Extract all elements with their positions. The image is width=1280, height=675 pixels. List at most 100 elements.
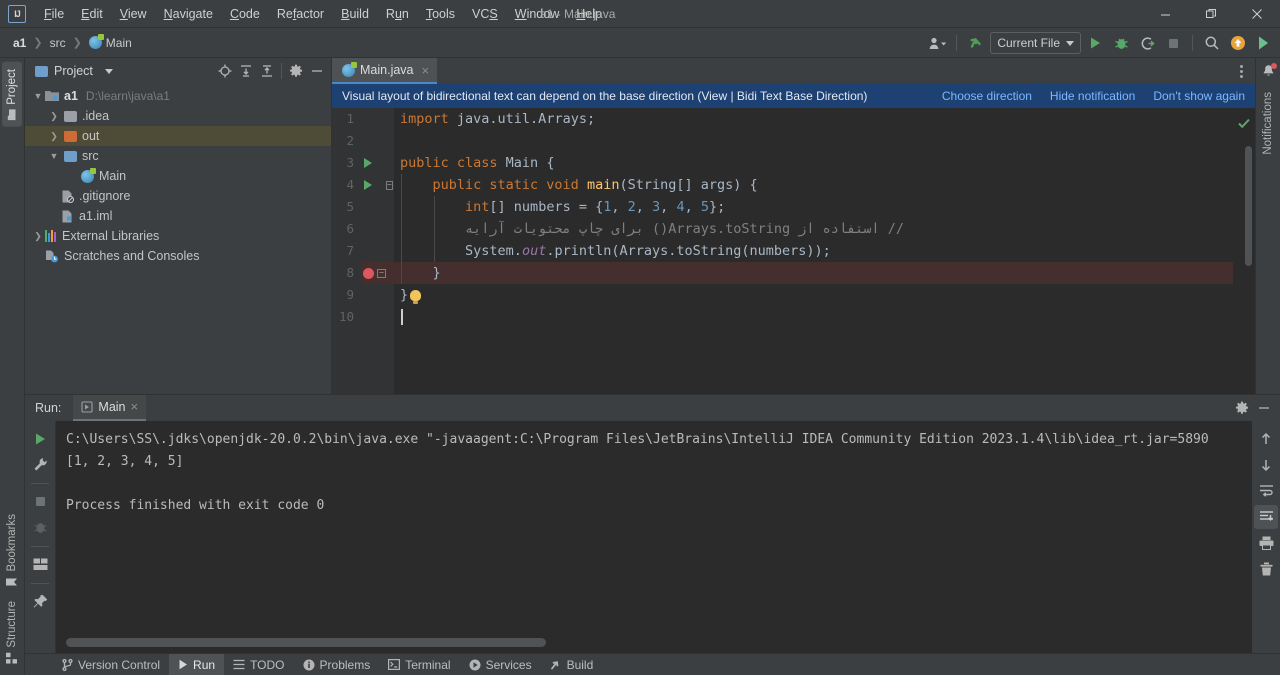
scroll-down-button[interactable] <box>1254 453 1278 477</box>
editor-tab-main-java[interactable]: Main.java × <box>332 58 438 84</box>
stop-button[interactable] <box>28 490 52 514</box>
chevron-right-icon[interactable]: ❯ <box>47 131 61 142</box>
account-icon[interactable] <box>925 31 949 55</box>
menu-item-vcs[interactable]: VCS <box>464 3 506 25</box>
run-class-gutter-icon[interactable] <box>364 158 372 168</box>
layout-button[interactable] <box>28 553 52 577</box>
clear-all-button[interactable] <box>1254 557 1278 581</box>
tree-item-main[interactable]: Main <box>25 166 331 186</box>
choose-direction-link[interactable]: Choose direction <box>942 89 1032 103</box>
editor-markup-bar[interactable] <box>1233 108 1255 394</box>
menu-item-run[interactable]: Run <box>378 3 417 25</box>
tree-item-label: out <box>82 129 100 143</box>
menu-item-file[interactable]: File <box>36 3 72 25</box>
tree-item-iml[interactable]: a1.iml <box>25 206 331 226</box>
menu-item-view[interactable]: View <box>112 3 155 25</box>
tree-item-a1[interactable]: ▼ a1 D:\learn\java\a1 <box>25 86 331 106</box>
settings-gear-icon[interactable] <box>286 61 306 81</box>
rerun-button[interactable] <box>28 427 52 451</box>
run-configuration-selector[interactable]: Current File <box>990 32 1081 54</box>
bottom-tab-label: Problems <box>319 657 371 672</box>
chevron-right-icon[interactable]: ❯ <box>31 231 45 242</box>
menu-item-tools[interactable]: Tools <box>418 3 463 25</box>
fold-icon[interactable]: − <box>377 268 386 278</box>
chevron-right-icon[interactable]: ❯ <box>47 111 61 122</box>
search-everywhere-icon[interactable] <box>1200 31 1224 55</box>
sidebar-item-notifications[interactable]: Notifications <box>1258 85 1278 162</box>
tree-item-scratches[interactable]: Scratches and Consoles <box>25 246 331 266</box>
soft-wrap-button[interactable] <box>1254 479 1278 503</box>
run-tab-main[interactable]: Main × <box>73 394 147 421</box>
close-icon[interactable]: × <box>131 399 139 414</box>
menu-item-edit[interactable]: Edit <box>73 3 111 25</box>
rerun-failed-button[interactable] <box>28 516 52 540</box>
notification-message: Visual layout of bidirectional text can … <box>342 89 868 103</box>
dont-show-again-link[interactable]: Don't show again <box>1153 89 1245 103</box>
breadcrumb-item-main[interactable]: Main <box>86 33 135 52</box>
close-icon[interactable]: × <box>422 63 430 78</box>
code-editor[interactable]: 1 2 3 4 5 6 7 8 9 10 − − import java.uti… <box>332 108 1255 394</box>
locate-icon[interactable] <box>215 61 235 81</box>
menu-item-code[interactable]: Code <box>222 3 268 25</box>
menu-item-navigate[interactable]: Navigate <box>156 3 221 25</box>
code-text[interactable]: import java.util.Arrays; public class Ma… <box>394 108 1233 394</box>
pin-tab-button[interactable] <box>28 590 52 614</box>
breakpoint-icon[interactable] <box>363 267 374 279</box>
title-bar: IJ File Edit View Navigate Code Refactor… <box>0 0 1280 28</box>
hide-icon[interactable] <box>307 61 327 81</box>
chevron-down-icon[interactable]: ▼ <box>31 91 45 101</box>
chevron-down-icon[interactable] <box>104 68 113 74</box>
scroll-to-end-button[interactable] <box>1254 504 1278 529</box>
tree-item-src[interactable]: ▼ src <box>25 146 331 166</box>
chevron-down-icon[interactable]: ▼ <box>47 151 61 161</box>
editor-scrollbar[interactable] <box>1245 146 1252 266</box>
run-panel-header: Run: Main × <box>25 394 1280 421</box>
fold-icon[interactable]: − <box>386 180 393 190</box>
run-method-gutter-icon[interactable] <box>364 180 372 190</box>
bottom-tab-services[interactable]: Services <box>460 654 541 675</box>
toolbar-separator <box>31 582 49 584</box>
console-horizontal-scrollbar[interactable] <box>66 638 546 647</box>
hide-icon[interactable] <box>1254 398 1274 418</box>
bottom-tab-run[interactable]: Run <box>169 653 225 675</box>
modify-options-button[interactable] <box>28 453 52 477</box>
run-with-coverage-button[interactable] <box>1135 31 1159 55</box>
bottom-tab-build[interactable]: Build <box>541 654 603 675</box>
sidebar-item-project[interactable]: Project <box>2 62 22 127</box>
intention-bulb-icon[interactable] <box>410 290 422 304</box>
bottom-tab-todo[interactable]: TODO <box>224 654 293 675</box>
settings-gear-icon[interactable] <box>1232 398 1252 418</box>
tree-item-gitignore[interactable]: .gitignore <box>25 186 331 206</box>
ide-assistant-icon[interactable] <box>1252 31 1276 55</box>
tree-item-external-libraries[interactable]: ❯ External Libraries <box>25 226 331 246</box>
expand-all-icon[interactable] <box>236 61 256 81</box>
notifications-bell-icon[interactable] <box>1261 63 1277 79</box>
bottom-tab-problems[interactable]: Problems <box>294 654 380 675</box>
print-button[interactable] <box>1254 531 1278 555</box>
tree-item-out[interactable]: ❯ out <box>25 126 331 146</box>
console-output[interactable]: C:\Users\SS\.jdks\openjdk-20.0.2\bin\jav… <box>56 420 1252 653</box>
stop-button[interactable] <box>1161 31 1185 55</box>
sidebar-item-bookmarks[interactable]: Bookmarks <box>2 507 22 595</box>
updates-icon[interactable] <box>964 31 988 55</box>
menu-item-refactor[interactable]: Refactor <box>269 3 332 25</box>
debug-button[interactable] <box>1109 31 1133 55</box>
hide-notification-link[interactable]: Hide notification <box>1050 89 1135 103</box>
tree-item-idea[interactable]: ❯ .idea <box>25 106 331 126</box>
run-button[interactable] <box>1083 31 1107 55</box>
close-icon[interactable] <box>1234 0 1280 28</box>
more-options-icon[interactable] <box>1231 61 1251 81</box>
collapse-all-icon[interactable] <box>257 61 277 81</box>
bottom-tab-version-control[interactable]: Version Control <box>53 654 169 675</box>
bottom-tab-terminal[interactable]: Terminal <box>379 654 459 675</box>
maximize-icon[interactable] <box>1188 0 1234 28</box>
minimize-icon[interactable] <box>1142 0 1188 28</box>
notifications-update-icon[interactable] <box>1226 31 1250 55</box>
sidebar-item-structure[interactable]: Structure <box>2 594 22 671</box>
editor-gutter[interactable]: 1 2 3 4 5 6 7 8 9 10 − − <box>332 108 394 394</box>
breadcrumb-item-project[interactable]: a1 <box>10 34 29 52</box>
scroll-up-button[interactable] <box>1254 427 1278 451</box>
menu-item-build[interactable]: Build <box>333 3 377 25</box>
breadcrumb-item-src[interactable]: src <box>47 34 69 52</box>
